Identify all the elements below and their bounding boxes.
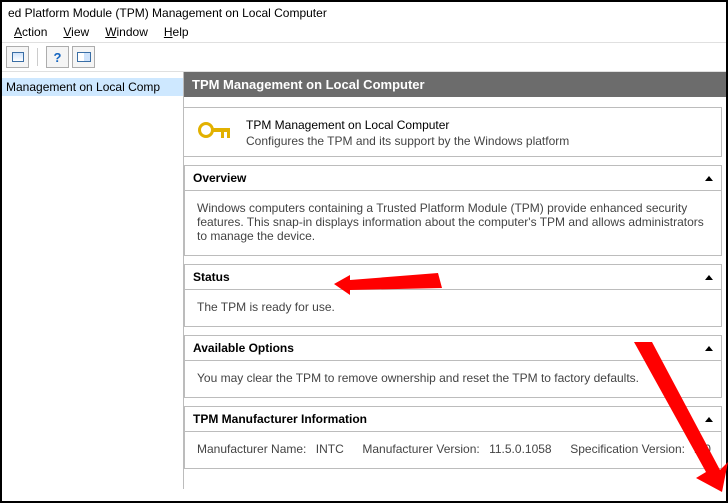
panel-status-heading: Status bbox=[193, 270, 230, 284]
panel-overview-body: Windows computers containing a Trusted P… bbox=[185, 191, 721, 255]
panel-overview-heading: Overview bbox=[193, 171, 246, 185]
tree-item-tpm-management[interactable]: Management on Local Comp bbox=[2, 78, 183, 96]
show-hide-btn[interactable] bbox=[72, 46, 95, 68]
menu-window[interactable]: WindowWindow bbox=[105, 25, 148, 39]
collapse-icon bbox=[705, 417, 713, 422]
panel-options-heading: Available Options bbox=[193, 341, 294, 355]
panel-options-body: You may clear the TPM to remove ownershi… bbox=[185, 361, 721, 397]
content-header: TPM Management on Local Computer bbox=[184, 72, 726, 97]
panel-options-head[interactable]: Available Options bbox=[185, 336, 721, 361]
mfr-name: Manufacturer Name: INTC bbox=[197, 442, 344, 456]
mfr-version-value: 11.5.0.1058 bbox=[489, 442, 552, 456]
panel-status: Status The TPM is ready for use. bbox=[184, 264, 722, 327]
content-pane: TPM Management on Local Computer TPM Man… bbox=[184, 72, 726, 489]
collapse-icon bbox=[705, 275, 713, 280]
collapse-icon bbox=[705, 176, 713, 181]
help-btn[interactable]: ? bbox=[46, 46, 69, 68]
panel-mfr-heading: TPM Manufacturer Information bbox=[193, 412, 367, 426]
hero-banner: TPM Management on Local Computer Configu… bbox=[184, 107, 722, 157]
properties-btn[interactable] bbox=[6, 46, 29, 68]
mfr-name-value: INTC bbox=[316, 442, 344, 456]
mfr-version: Manufacturer Version: 11.5.0.1058 bbox=[362, 442, 551, 456]
panel-mfr-head[interactable]: TPM Manufacturer Information bbox=[185, 407, 721, 432]
panel-status-head[interactable]: Status bbox=[185, 265, 721, 290]
toolbar: ? bbox=[2, 43, 726, 72]
menu-action[interactable]: AActionction bbox=[14, 25, 47, 39]
panel-overview: Overview Windows computers containing a … bbox=[184, 165, 722, 256]
menu-help[interactable]: HelpHelp bbox=[164, 25, 189, 39]
mfr-spec-value: 2.0 bbox=[694, 442, 711, 456]
help-icon: ? bbox=[54, 51, 62, 64]
menu-bar: AActionction ViewView WindowWindow HelpH… bbox=[2, 22, 726, 43]
panel-options: Available Options You may clear the TPM … bbox=[184, 335, 722, 398]
mfr-spec: Specification Version: 2.0 bbox=[570, 442, 711, 456]
window-title: ed Platform Module (TPM) Management on L… bbox=[2, 2, 726, 22]
mfr-name-label: Manufacturer Name: bbox=[197, 442, 306, 456]
hero-title: TPM Management on Local Computer bbox=[246, 118, 709, 132]
panel-icon bbox=[77, 52, 91, 62]
panel-mfr-body: Manufacturer Name: INTC Manufacturer Ver… bbox=[185, 432, 721, 468]
tree-pane: Management on Local Comp bbox=[2, 72, 184, 489]
mfr-version-label: Manufacturer Version: bbox=[362, 442, 479, 456]
properties-icon bbox=[12, 52, 24, 62]
panel-mfr: TPM Manufacturer Information Manufacture… bbox=[184, 406, 722, 469]
hero-desc: Configures the TPM and its support by th… bbox=[246, 134, 709, 148]
collapse-icon bbox=[705, 346, 713, 351]
mfr-spec-label: Specification Version: bbox=[570, 442, 685, 456]
menu-view[interactable]: ViewView bbox=[63, 25, 89, 39]
key-icon bbox=[198, 118, 232, 148]
panel-overview-head[interactable]: Overview bbox=[185, 166, 721, 191]
panel-status-body: The TPM is ready for use. bbox=[185, 290, 721, 326]
